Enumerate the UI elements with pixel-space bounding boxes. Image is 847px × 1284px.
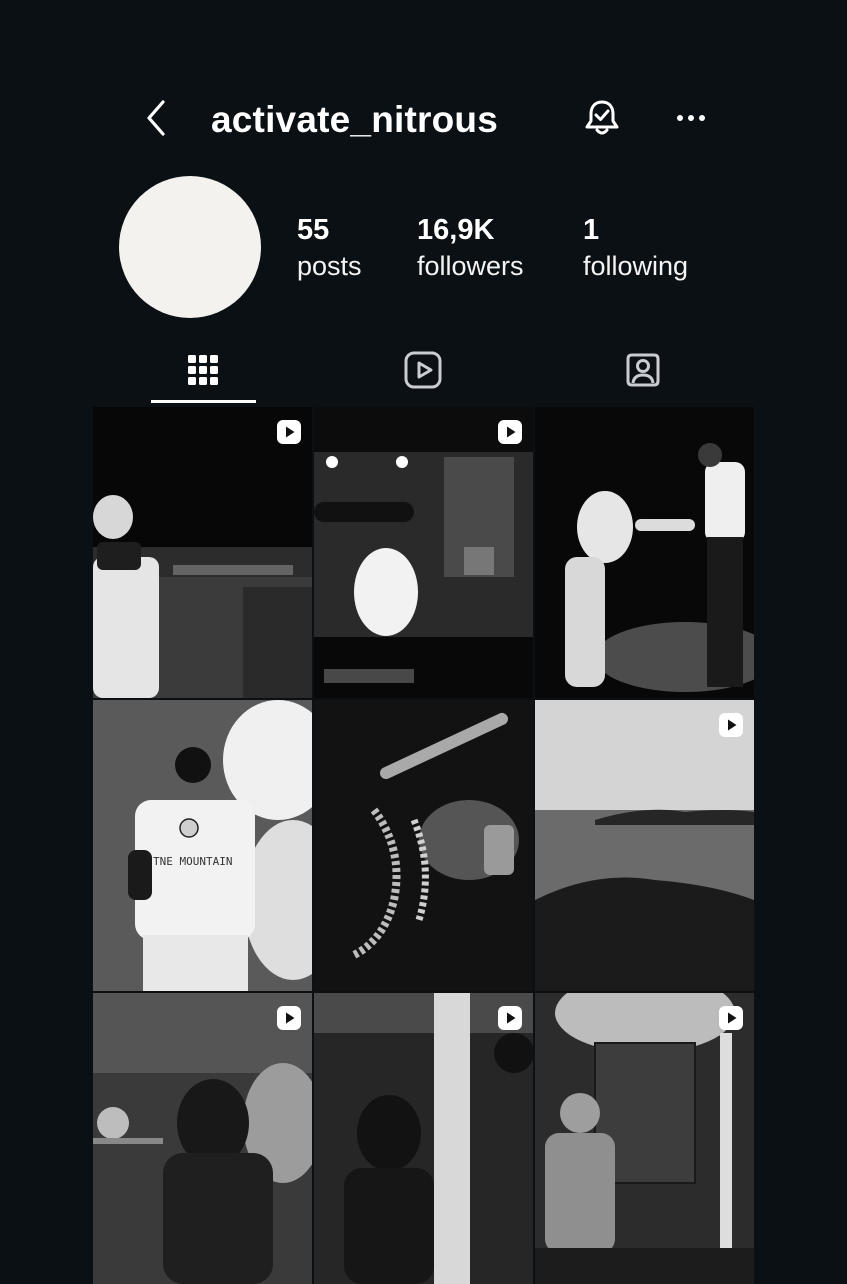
grid-post[interactable] — [93, 993, 312, 1284]
reel-play-badge-icon — [277, 420, 301, 444]
grid-icon — [188, 355, 218, 385]
grid-post[interactable]: TNE MOUNTAIN — [93, 700, 312, 991]
grid-post[interactable] — [314, 700, 533, 991]
reel-play-badge-icon — [498, 420, 522, 444]
photo-thumbnail — [93, 993, 312, 1284]
tab-posts[interactable] — [93, 340, 313, 400]
profile-tabs — [93, 340, 753, 406]
photo-thumbnail — [314, 407, 533, 698]
photo-thumbnail: TNE MOUNTAIN — [93, 700, 312, 991]
grid-post[interactable] — [314, 993, 533, 1284]
reel-play-badge-icon — [719, 713, 743, 737]
posts-count[interactable]: 55 posts — [297, 212, 362, 284]
grid-post[interactable] — [535, 407, 754, 698]
followers-count-label: followers — [417, 251, 524, 281]
profile-username: activate_nitrous — [211, 99, 498, 140]
following-count[interactable]: 1 following — [583, 212, 688, 284]
photo-thumbnail — [535, 407, 754, 698]
more-horizontal-icon — [677, 115, 705, 121]
more-options-button[interactable] — [668, 98, 714, 138]
photo-thumbnail — [314, 993, 533, 1284]
photo-thumbnail — [535, 993, 754, 1284]
tab-reels[interactable] — [313, 340, 533, 400]
selected-tab-indicator — [151, 400, 256, 403]
tagged-person-icon — [626, 353, 660, 387]
reels-play-icon — [404, 351, 442, 389]
following-count-value: 1 — [583, 214, 600, 246]
followers-count[interactable]: 16,9K followers — [417, 212, 524, 284]
posts-grid: TNE MOUNTAIN — [93, 407, 754, 1284]
reel-play-badge-icon — [719, 1006, 743, 1030]
shirt-print: TNE MOUNTAIN — [153, 855, 232, 868]
reel-play-badge-icon — [498, 1006, 522, 1030]
chevron-left-icon — [147, 100, 165, 136]
tab-tagged[interactable] — [533, 340, 753, 400]
grid-post[interactable] — [93, 407, 312, 698]
bell-check-icon — [585, 100, 619, 135]
reel-play-badge-icon — [277, 1006, 301, 1030]
top-bar: activate_nitrous — [0, 90, 847, 150]
photo-thumbnail — [535, 700, 754, 991]
followers-count-value: 16,9K — [417, 214, 495, 246]
grid-post[interactable] — [314, 407, 533, 698]
following-count-label: following — [583, 251, 689, 281]
grid-post[interactable] — [535, 993, 754, 1284]
notifications-button[interactable] — [580, 96, 624, 140]
back-button[interactable] — [138, 98, 174, 138]
photo-thumbnail — [93, 407, 312, 698]
avatar[interactable] — [119, 176, 261, 318]
posts-count-value: 55 — [297, 214, 330, 246]
photo-thumbnail — [314, 700, 533, 991]
posts-count-label: posts — [297, 251, 362, 281]
grid-post[interactable] — [535, 700, 754, 991]
